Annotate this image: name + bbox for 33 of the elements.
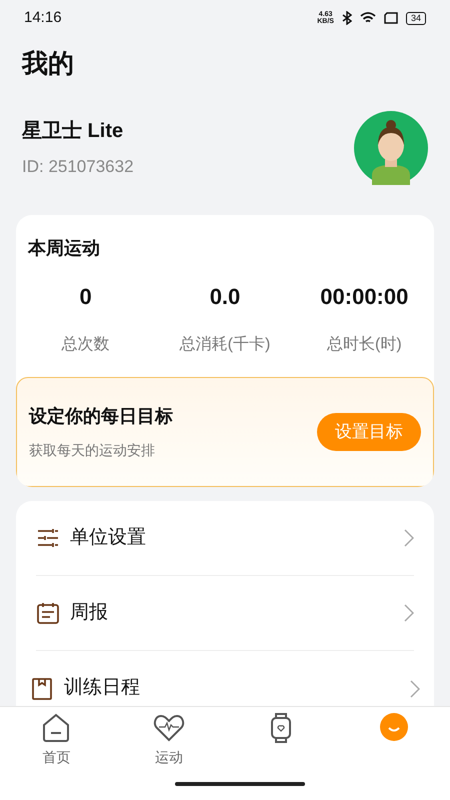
wifi-icon [360,12,376,24]
sliders-icon [36,526,60,550]
menu-item[interactable]: 周报 [36,576,414,651]
nav-tab[interactable]: 首页 [0,713,112,771]
calendar-icon [36,601,60,625]
menu-item[interactable]: 训练日程 [30,651,420,706]
watch-icon [270,713,292,743]
chevron-right-icon [404,604,414,622]
chevron-right-icon [410,680,420,698]
status-time: 14:16 [24,8,62,28]
user-name: 星卫士 Lite [22,119,124,144]
stat-value: 00:00:00 [320,283,408,311]
heartbeat-icon [152,713,185,743]
page-title: 我的 [20,47,75,80]
nav-tab[interactable]: 运动 [112,713,225,771]
menu-item[interactable]: 单位设置 [36,501,414,576]
bookmark-book-icon [30,676,54,700]
card-title: 本周运动 [26,237,101,260]
stat-value: 0 [80,283,92,311]
home-icon [41,713,72,743]
stat-label: 总时长(时) [326,334,402,355]
user-id: ID: 251073632 [22,156,134,178]
stat-value: 0.0 [210,283,240,311]
avatar[interactable] [354,111,428,185]
bluetooth-icon [342,11,352,25]
goal-title: 设定你的每日目标 [29,405,173,428]
smile-icon [380,713,408,741]
battery-indicator: 34 [406,12,426,24]
chevron-right-icon [404,529,414,547]
stat-label: 总消耗(千卡) [180,334,270,355]
screen-icon [384,12,398,24]
goal-subtitle: 获取每天的运动安排 [29,441,156,460]
stat-label: 总次数 [62,335,110,355]
